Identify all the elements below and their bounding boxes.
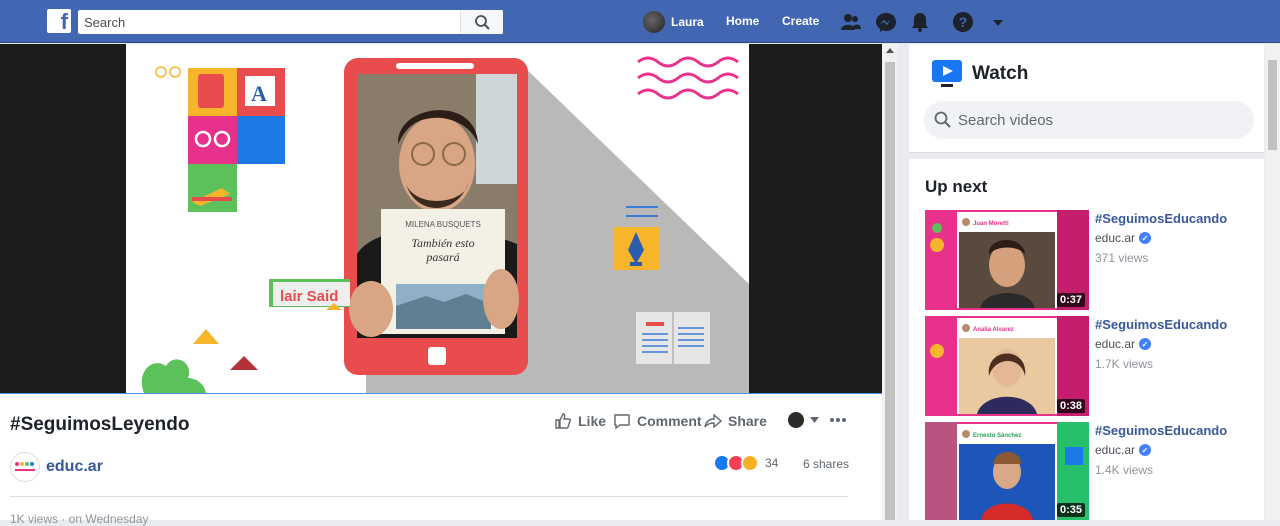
share-label: Share — [728, 413, 767, 429]
shares-count[interactable]: 6 shares — [803, 457, 849, 471]
book-title-line-1: También esto — [411, 236, 474, 250]
channel-name: educ.ar — [1095, 337, 1136, 351]
recommended-channel[interactable]: educ.ar ✓ — [1095, 443, 1152, 457]
search-button[interactable] — [460, 10, 503, 34]
create-link[interactable]: Create — [782, 14, 819, 28]
recommended-video-title[interactable]: #SeguimosEducando — [1095, 423, 1227, 438]
like-label: Like — [578, 413, 607, 429]
post-as-selector[interactable] — [788, 412, 819, 428]
presenter-name-text: Ernesto Sánchez — [973, 433, 1021, 439]
like-button[interactable]: Like — [554, 412, 606, 430]
comment-button[interactable]: Comment — [613, 412, 702, 430]
avatar — [788, 412, 804, 428]
watch-header-card: Watch — [909, 44, 1264, 153]
watch-title: Watch — [972, 63, 1029, 84]
scrollbar-thumb[interactable] — [1268, 60, 1277, 150]
more-options-button[interactable] — [829, 411, 847, 429]
video-duration: 0:37 — [1056, 293, 1085, 307]
book-title-line-2: pasará — [425, 250, 459, 264]
home-link[interactable]: Home — [726, 14, 759, 28]
divider — [10, 496, 848, 497]
verified-badge-icon: ✓ — [1139, 232, 1152, 244]
search-icon — [475, 15, 490, 30]
presenter-name-text: Analia Alvarez — [973, 327, 1014, 333]
page-name-link[interactable]: educ.ar — [46, 458, 103, 476]
watch-sidebar: Watch Up next Juan Moretti — [898, 44, 1280, 520]
sidebar-scrollbar[interactable] — [1265, 44, 1280, 520]
share-icon — [704, 413, 722, 429]
view-count: 371 views — [1095, 251, 1149, 265]
svg-text:?: ? — [959, 14, 968, 30]
facebook-logo-icon[interactable]: f — [47, 9, 71, 34]
watch-tv-icon — [932, 60, 962, 87]
verified-badge-icon: ✓ — [1139, 444, 1152, 456]
view-count: 1.7K views — [1095, 357, 1154, 371]
comment-label: Comment — [637, 413, 702, 429]
help-icon[interactable]: ? — [952, 11, 974, 33]
channel-name: educ.ar — [1095, 443, 1136, 457]
video-search-input[interactable] — [958, 101, 1248, 139]
verified-badge-icon: ✓ — [1139, 338, 1152, 350]
video-thumbnail[interactable]: Ernesto Sánchez 0:35 — [925, 422, 1089, 520]
book-author-text: MILENA BUSQUETS — [405, 220, 481, 229]
video-thumbnail[interactable]: Juan Moretti 0:37 — [925, 210, 1089, 310]
search-input[interactable] — [78, 10, 460, 34]
share-button[interactable]: Share — [704, 412, 767, 430]
video-meta: 1K views · on Wednesday — [10, 512, 149, 526]
recommended-channel[interactable]: educ.ar ✓ — [1095, 231, 1152, 245]
page-avatar[interactable] — [10, 452, 40, 482]
page-row: educ.ar — [10, 452, 103, 482]
recommended-video-title[interactable]: #SeguimosEducando — [1095, 317, 1227, 332]
scroll-up-arrow-icon[interactable] — [886, 48, 894, 53]
page-logo-icon — [15, 462, 35, 471]
recommended-channel[interactable]: educ.ar ✓ — [1095, 337, 1152, 351]
more-dots-icon — [830, 418, 846, 422]
video-duration: 0:38 — [1056, 399, 1085, 413]
up-next-title: Up next — [925, 177, 988, 196]
search-icon — [934, 111, 951, 128]
account-menu-chevron-down-icon[interactable] — [987, 11, 1009, 33]
messenger-icon[interactable] — [875, 11, 897, 33]
lower-third-name-text: lair Said — [280, 288, 338, 305]
care-reaction-icon — [741, 454, 759, 472]
channel-name: educ.ar — [1095, 231, 1136, 245]
video-title: #SeguimosLeyendo — [10, 414, 190, 435]
up-next-card: Up next Juan Moretti 0:37 #SeguimosEduca… — [909, 159, 1264, 520]
comment-icon — [614, 414, 630, 430]
top-bar: f Laura Home Create ? — [0, 0, 1280, 43]
chevron-down-icon — [810, 417, 819, 423]
video-thumbnail[interactable]: Analia Alvarez 0:38 — [925, 316, 1089, 416]
video-search-box — [924, 101, 1254, 139]
video-info-panel: #SeguimosLeyendo Like Comment Share educ… — [0, 394, 882, 526]
video-frame-graphic: A MILENA BUSQUETS También esto pasará la… — [141, 56, 749, 393]
profile-name: Laura — [671, 15, 704, 29]
svg-text:A: A — [251, 81, 267, 106]
profile-link[interactable]: Laura — [643, 11, 704, 33]
friend-requests-icon[interactable] — [840, 11, 862, 33]
scrollbar-thumb[interactable] — [885, 62, 895, 520]
presenter-name-text: Juan Moretti — [973, 221, 1009, 227]
reaction-count: 34 — [765, 456, 779, 470]
video-duration: 0:35 — [1056, 503, 1085, 517]
main-scrollbar[interactable] — [882, 44, 898, 520]
view-count: 1.4K views — [1095, 463, 1154, 477]
search-box — [78, 10, 503, 34]
reactions-summary[interactable]: 34 — [713, 454, 778, 472]
recommended-video-title[interactable]: #SeguimosEducando — [1095, 211, 1227, 226]
video-frame: A MILENA BUSQUETS También esto pasará la… — [126, 44, 749, 393]
avatar — [643, 11, 665, 33]
notifications-bell-icon[interactable] — [909, 11, 931, 33]
thumbs-up-icon — [555, 413, 572, 429]
video-player[interactable]: A MILENA BUSQUETS También esto pasará la… — [0, 44, 882, 393]
